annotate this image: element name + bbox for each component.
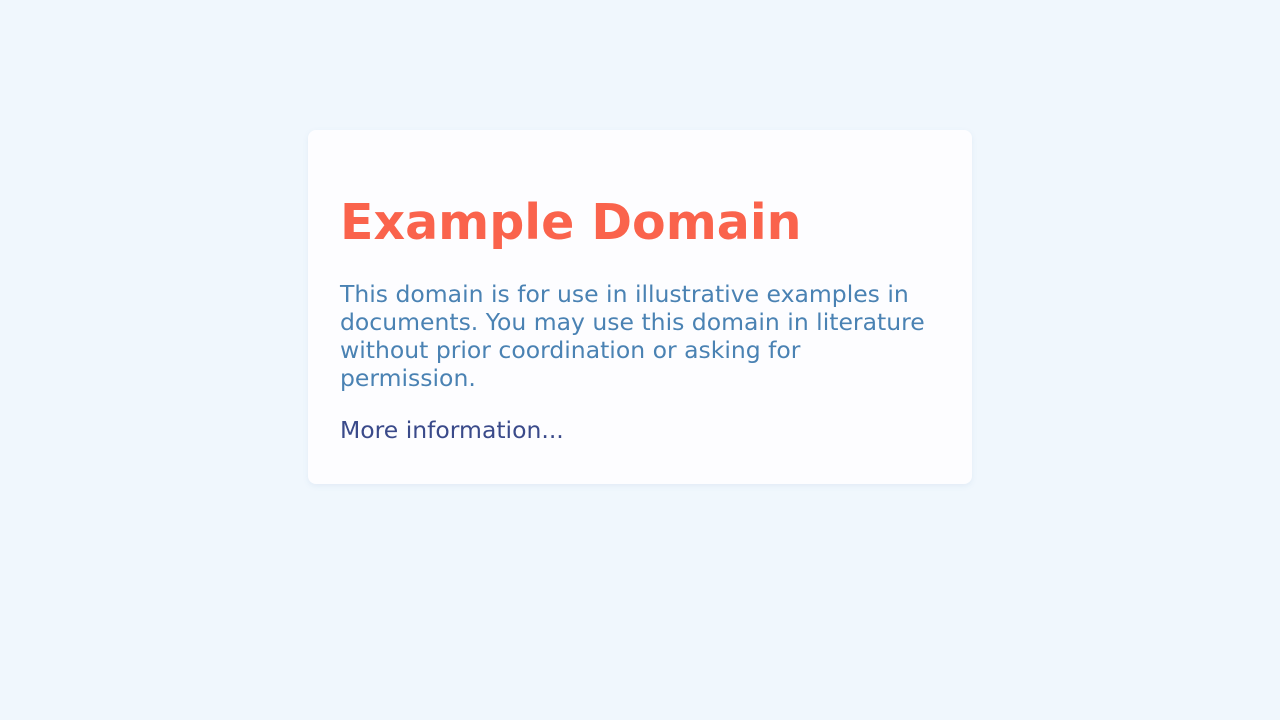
content-card: Example Domain This domain is for use in… <box>308 130 972 484</box>
description-text: This domain is for use in illustrative e… <box>340 280 925 392</box>
more-information-link[interactable]: More information... <box>340 416 564 444</box>
page-title: Example Domain <box>340 194 802 251</box>
